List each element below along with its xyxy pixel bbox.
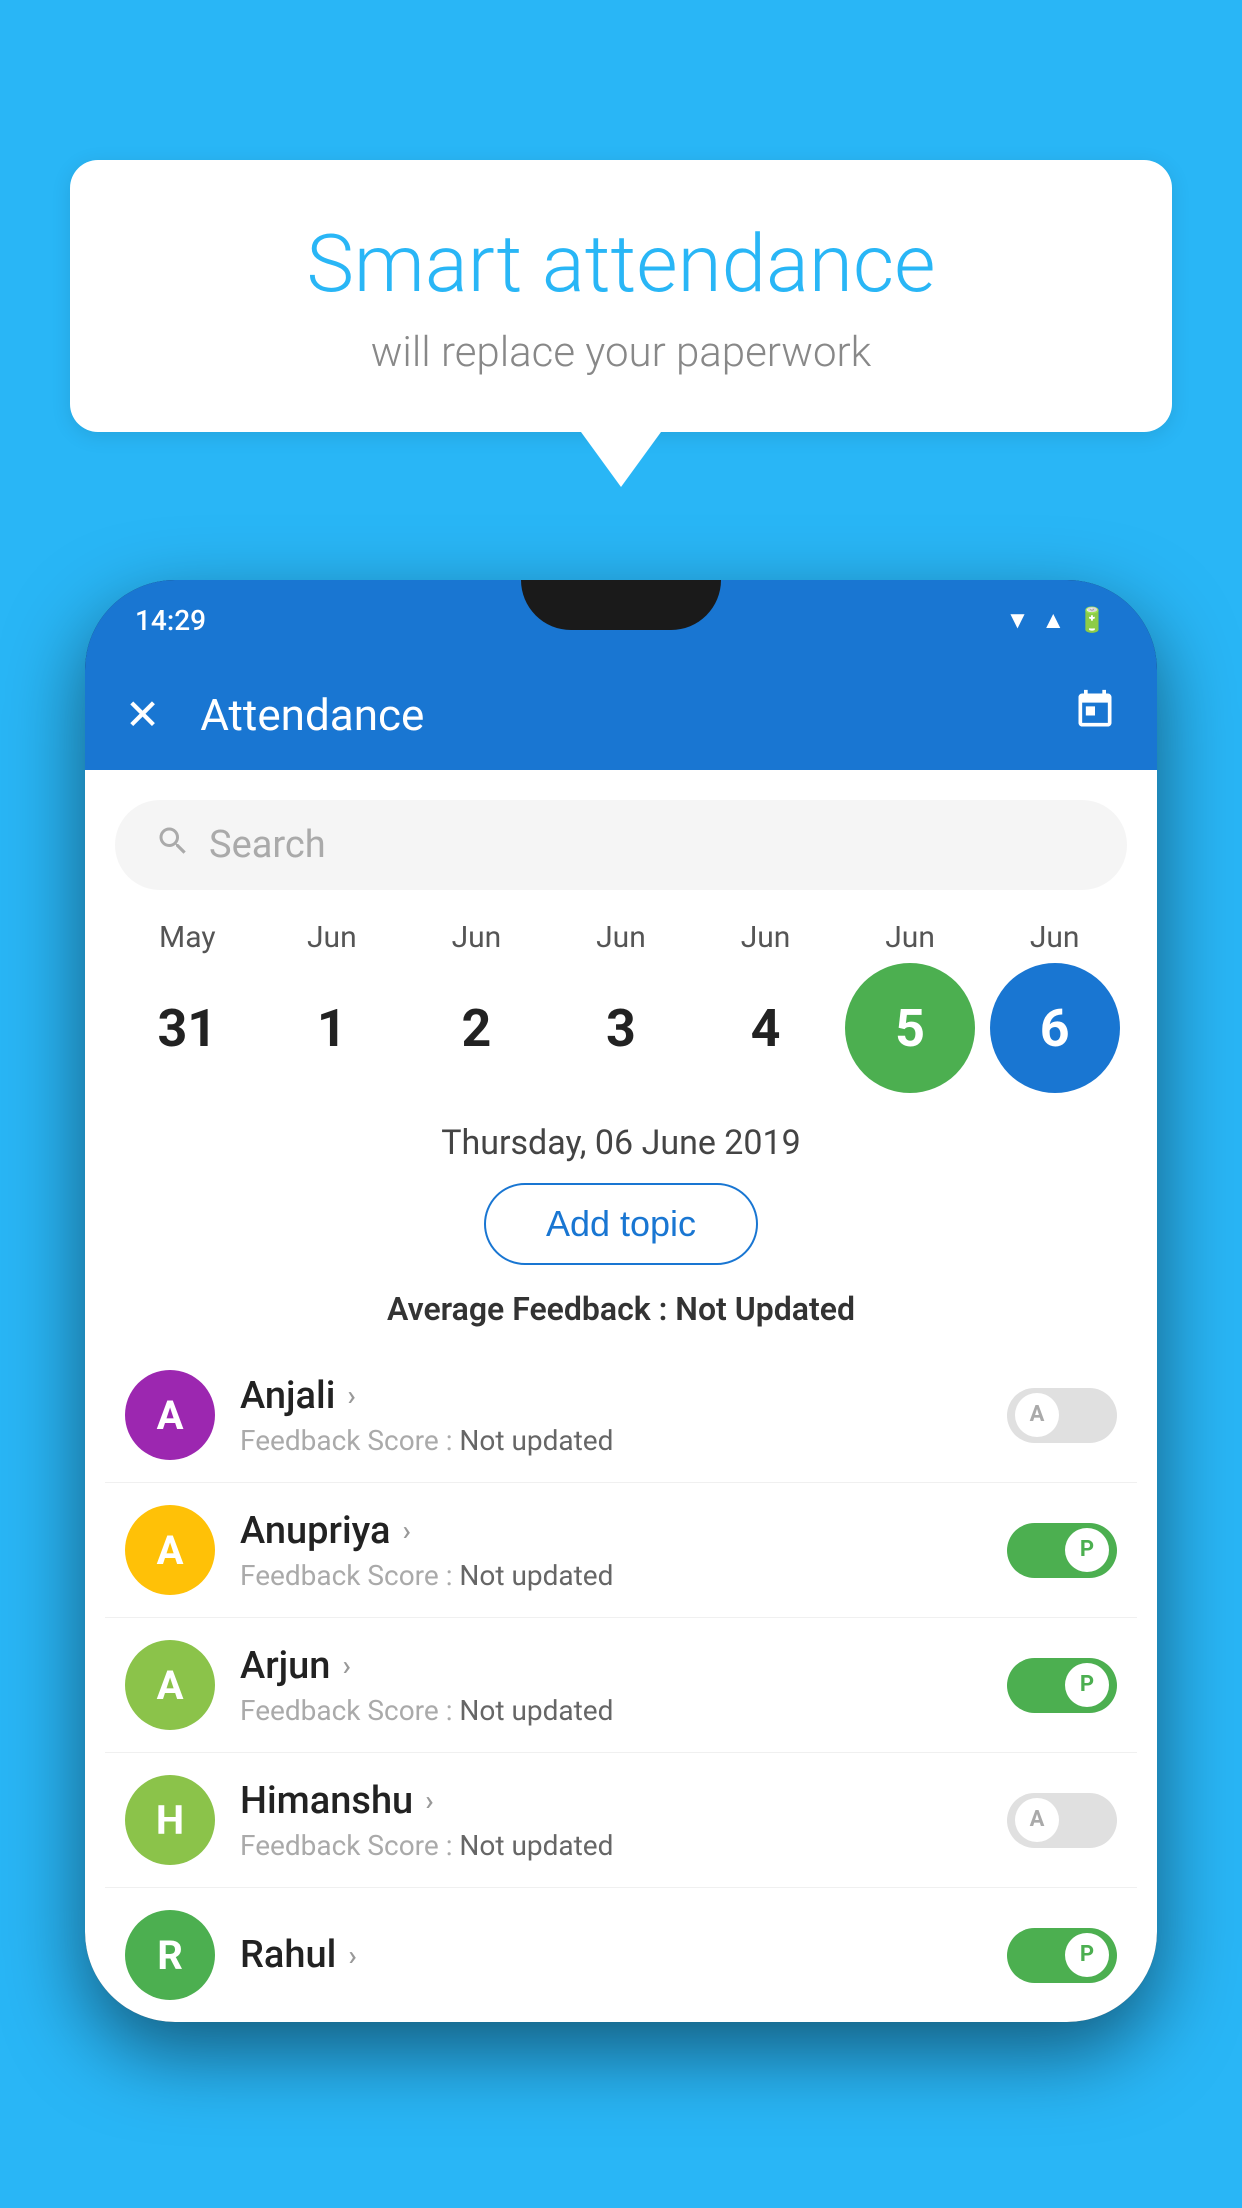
calendar-row: May Jun Jun Jun Jun Jun Jun 31 1 2 3 4 5… [85,910,1157,1093]
speech-bubble-subtitle: will replace your paperwork [120,328,1122,377]
student-avatar-anupriya: A [125,1505,215,1595]
wifi-icon: ▼ [1006,606,1030,635]
student-score-arjun: Feedback Score : Not updated [240,1694,1007,1727]
student-avatar-arjun: A [125,1640,215,1730]
app-header: ✕ Attendance [85,660,1157,770]
attendance-toggle-himanshu[interactable] [1007,1793,1117,1848]
phone-outer: 14:29 ▼ ▲ 🔋 ✕ Attendance [85,580,1157,2022]
date-display: Thursday, 06 June 2019 [85,1113,1157,1183]
month-1: Jun [267,920,397,955]
student-avatar-anjali: A [125,1370,215,1460]
speech-bubble-title: Smart attendance [120,220,1122,308]
student-name-arjun: Arjun › [240,1644,1007,1688]
date-5[interactable]: 5 [845,963,975,1093]
avg-feedback-label: Average Feedback : [387,1290,667,1328]
attendance-toggle-anupriya[interactable] [1007,1523,1117,1578]
chevron-icon: › [348,1939,356,1972]
student-name-rahul: Rahul › [240,1933,1007,1977]
student-item[interactable]: A Arjun › Feedback Score : Not updated [105,1618,1137,1753]
month-5: Jun [845,920,975,955]
add-topic-button[interactable]: Add topic [484,1183,758,1265]
date-6[interactable]: 6 [990,963,1120,1093]
student-item[interactable]: A Anupriya › Feedback Score : Not update… [105,1483,1137,1618]
date-numbers: 31 1 2 3 4 5 6 [115,963,1127,1093]
search-icon [155,823,191,868]
student-info-himanshu: Himanshu › Feedback Score : Not updated [240,1779,1007,1862]
month-6: Jun [990,920,1120,955]
student-info-anupriya: Anupriya › Feedback Score : Not updated [240,1509,1007,1592]
attendance-toggle-anjali[interactable] [1007,1388,1117,1443]
signal-icon: ▲ [1041,606,1065,635]
student-item[interactable]: H Himanshu › Feedback Score : Not update… [105,1753,1137,1888]
chevron-icon: › [342,1649,350,1682]
student-name-himanshu: Himanshu › [240,1779,1007,1823]
month-4: Jun [701,920,831,955]
speech-bubble: Smart attendance will replace your paper… [70,160,1172,432]
student-avatar-rahul: R [125,1910,215,2000]
speech-bubble-tail [581,432,661,487]
student-avatar-himanshu: H [125,1775,215,1865]
phone-screen: Search May Jun Jun Jun Jun Jun Jun 31 1 … [85,770,1157,2022]
status-bar: 14:29 ▼ ▲ 🔋 [85,580,1157,660]
student-score-anupriya: Feedback Score : Not updated [240,1559,1007,1592]
avg-feedback: Average Feedback : Not Updated [85,1290,1157,1328]
status-icons: ▼ ▲ 🔋 [1006,606,1107,635]
student-list: A Anjali › Feedback Score : Not updated … [85,1348,1157,2022]
status-time: 14:29 [135,604,206,637]
date-2[interactable]: 2 [411,963,541,1093]
student-item[interactable]: R Rahul › [105,1888,1137,2022]
header-title: Attendance [200,689,1073,741]
date-31[interactable]: 31 [122,963,252,1093]
month-3: Jun [556,920,686,955]
date-4[interactable]: 4 [701,963,831,1093]
phone-wrapper: 14:29 ▼ ▲ 🔋 ✕ Attendance [85,580,1157,2022]
chevron-icon: › [347,1379,355,1412]
avg-feedback-value: Not Updated [675,1290,855,1328]
chevron-icon: › [402,1514,410,1547]
month-2: Jun [411,920,541,955]
student-name-anjali: Anjali › [240,1374,1007,1418]
month-0: May [122,920,252,955]
student-item[interactable]: A Anjali › Feedback Score : Not updated [105,1348,1137,1483]
student-name-anupriya: Anupriya › [240,1509,1007,1553]
search-bar[interactable]: Search [115,800,1127,890]
chevron-icon: › [425,1784,433,1817]
date-1[interactable]: 1 [267,963,397,1093]
date-months: May Jun Jun Jun Jun Jun Jun [115,920,1127,955]
student-score-anjali: Feedback Score : Not updated [240,1424,1007,1457]
student-info-anjali: Anjali › Feedback Score : Not updated [240,1374,1007,1457]
close-button[interactable]: ✕ [125,690,160,740]
attendance-toggle-rahul[interactable] [1007,1928,1117,1983]
student-info-arjun: Arjun › Feedback Score : Not updated [240,1644,1007,1727]
date-3[interactable]: 3 [556,963,686,1093]
student-score-himanshu: Feedback Score : Not updated [240,1829,1007,1862]
battery-icon: 🔋 [1077,606,1107,634]
speech-bubble-container: Smart attendance will replace your paper… [70,160,1172,487]
attendance-toggle-arjun[interactable] [1007,1658,1117,1713]
search-placeholder: Search [209,823,326,867]
calendar-button[interactable] [1073,688,1117,742]
student-info-rahul: Rahul › [240,1933,1007,1977]
